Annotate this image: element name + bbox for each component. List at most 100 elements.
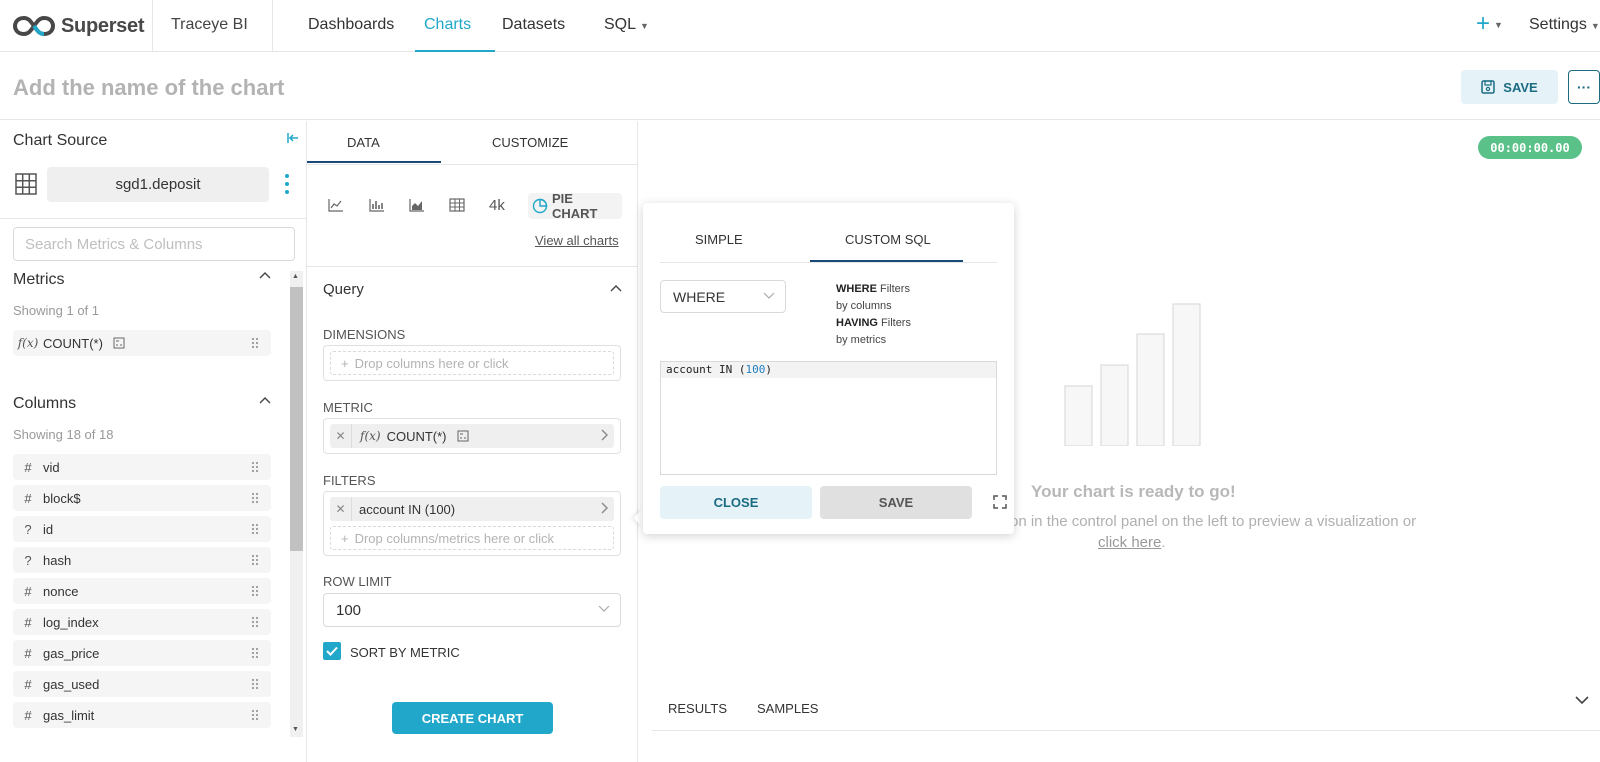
clause-help-text: WHERE Filters by columns HAVING Filters … xyxy=(836,281,911,349)
row-limit-label: ROW LIMIT xyxy=(323,574,392,589)
pie-chart-button[interactable]: PIE CHART xyxy=(528,191,622,221)
tab-customize[interactable]: CUSTOMIZE xyxy=(492,135,568,150)
nav-datasets[interactable]: Datasets xyxy=(502,16,565,34)
tab-data[interactable]: DATA xyxy=(347,135,380,150)
drag-handle-icon[interactable] xyxy=(251,585,259,597)
drag-handle-icon[interactable] xyxy=(251,616,259,628)
table-chart-icon[interactable] xyxy=(449,198,465,212)
chart-name-input[interactable]: Add the name of the chart xyxy=(13,75,284,101)
sql-editor[interactable]: account IN (100) xyxy=(660,361,997,475)
org-name: Traceye BI xyxy=(171,16,248,33)
dimensions-drop-target[interactable]: + Drop columns here or click xyxy=(330,351,614,375)
tab-custom-sql[interactable]: CUSTOM SQL xyxy=(845,232,931,247)
close-button[interactable]: CLOSE xyxy=(660,486,812,519)
scroll-up-icon[interactable]: ▲ xyxy=(292,273,299,280)
divider xyxy=(652,730,1600,731)
metric-pill[interactable]: ✕ f(x) COUNT(*) xyxy=(330,424,614,448)
row-limit-select[interactable]: 100 xyxy=(323,593,621,627)
chevron-down-icon xyxy=(598,605,610,612)
new-menu-button[interactable]: + ▼ xyxy=(1476,10,1503,38)
tab-samples[interactable]: SAMPLES xyxy=(757,701,818,716)
table-grid-icon xyxy=(15,173,37,195)
drag-handle-icon[interactable] xyxy=(251,709,259,721)
columns-section-title[interactable]: Columns xyxy=(13,395,76,413)
column-type-icon: # xyxy=(24,583,32,599)
clause-select[interactable]: WHERE xyxy=(660,280,786,313)
column-item[interactable]: # vid xyxy=(13,454,271,480)
line-chart-icon[interactable] xyxy=(328,198,344,212)
click-here-link[interactable]: click here xyxy=(1098,534,1161,551)
settings-menu[interactable]: Settings ▼ xyxy=(1529,16,1600,34)
dataset-menu-icon[interactable] xyxy=(285,174,289,194)
dataset-name[interactable]: sgd1.deposit xyxy=(47,167,269,202)
chevron-up-icon[interactable] xyxy=(610,284,622,292)
chevron-down-icon: ▼ xyxy=(1590,21,1600,31)
dimensions-drop-zone[interactable]: + Drop columns here or click xyxy=(323,345,621,381)
column-item[interactable]: # gas_price xyxy=(13,640,271,666)
column-type-icon: ? xyxy=(24,552,32,568)
column-item[interactable]: # nonce xyxy=(13,578,271,604)
remove-icon[interactable]: ✕ xyxy=(330,497,352,521)
empty-state-description: on in the control panel on the left to p… xyxy=(1010,513,1417,530)
drag-handle-icon[interactable] xyxy=(251,337,259,349)
drag-handle-icon[interactable] xyxy=(251,523,259,535)
query-section-title[interactable]: Query xyxy=(323,281,364,298)
create-chart-button[interactable]: CREATE CHART xyxy=(392,702,553,734)
column-item[interactable]: # block$ xyxy=(13,485,271,511)
column-item[interactable]: ? id xyxy=(13,516,271,542)
checkmark-icon xyxy=(326,646,338,656)
metric-item[interactable]: f(x) COUNT(*) xyxy=(13,330,271,356)
sort-by-metric-label[interactable]: SORT BY METRIC xyxy=(350,645,460,660)
drag-handle-icon[interactable] xyxy=(251,461,259,473)
column-item[interactable]: ? hash xyxy=(13,547,271,573)
view-all-charts-link[interactable]: View all charts xyxy=(535,233,619,248)
chevron-down-icon[interactable] xyxy=(1575,696,1589,705)
sql-suffix: ) xyxy=(765,363,772,376)
metrics-section-title[interactable]: Metrics xyxy=(13,271,65,289)
brand-logo[interactable]: Superset xyxy=(13,10,144,42)
nav-charts[interactable]: Charts xyxy=(424,16,471,34)
column-type-icon: # xyxy=(24,645,32,661)
tab-results[interactable]: RESULTS xyxy=(668,701,727,716)
column-type-icon: # xyxy=(24,614,32,630)
function-icon: f(x) xyxy=(17,336,39,350)
tab-simple[interactable]: SIMPLE xyxy=(695,232,743,247)
column-item[interactable]: # log_index xyxy=(13,609,271,635)
scrollbar-thumb[interactable] xyxy=(290,287,303,551)
area-chart-icon[interactable] xyxy=(409,198,425,212)
popover-save-button[interactable]: SAVE xyxy=(820,486,972,519)
pie-chart-label: PIE CHART xyxy=(551,191,598,221)
nav-dashboards[interactable]: Dashboards xyxy=(308,16,394,34)
save-button[interactable]: SAVE xyxy=(1461,70,1558,104)
collapse-panel-icon[interactable] xyxy=(286,131,300,145)
filter-pill[interactable]: ✕ account IN (100) xyxy=(330,497,614,521)
filters-drop-target[interactable]: + Drop columns/metrics here or click xyxy=(330,526,614,550)
chevron-right-icon[interactable] xyxy=(600,502,608,514)
chevron-right-icon[interactable] xyxy=(600,429,608,441)
expand-icon[interactable] xyxy=(993,495,1007,509)
search-metrics-columns-input[interactable] xyxy=(13,227,295,261)
sql-code[interactable]: account IN (100) xyxy=(666,363,772,376)
divider xyxy=(307,164,638,165)
chevron-up-icon[interactable] xyxy=(259,271,271,279)
remove-icon[interactable]: ✕ xyxy=(330,424,352,448)
bar-chart-icon[interactable] xyxy=(369,198,385,212)
more-options-button[interactable]: ··· xyxy=(1568,70,1600,104)
column-item[interactable]: # gas_used xyxy=(13,671,271,697)
drag-handle-icon[interactable] xyxy=(251,492,259,504)
scrollbar[interactable]: ▲ ▼ xyxy=(290,271,303,737)
nav-sql[interactable]: SQL ▼ xyxy=(604,16,649,34)
chevron-down-icon: ▼ xyxy=(640,21,649,31)
drag-handle-icon[interactable] xyxy=(251,554,259,566)
drag-handle-icon[interactable] xyxy=(251,678,259,690)
chevron-up-icon[interactable] xyxy=(259,396,271,404)
scroll-down-icon[interactable]: ▼ xyxy=(292,726,299,733)
column-name: gas_used xyxy=(43,676,100,692)
superset-logo-icon xyxy=(13,15,55,37)
save-icon xyxy=(1481,80,1496,94)
big-number-chart-button[interactable]: 4k xyxy=(489,197,505,214)
column-type-icon: ? xyxy=(24,521,32,537)
drag-handle-icon[interactable] xyxy=(251,647,259,659)
sort-by-metric-checkbox[interactable] xyxy=(323,642,341,660)
column-item[interactable]: # gas_limit xyxy=(13,702,271,728)
